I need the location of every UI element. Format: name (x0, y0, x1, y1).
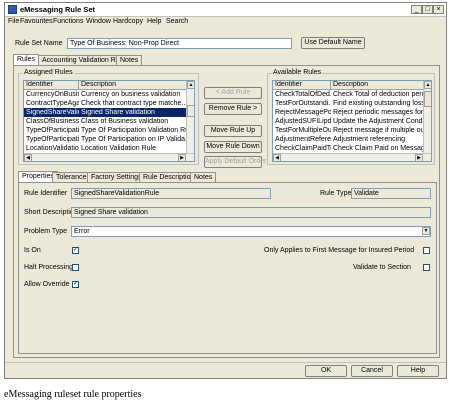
assigned-description-cell: Type Of Participation on IP Valida... (81, 136, 186, 143)
menu-bar: File Favourites Functions Window Hardcop… (5, 17, 446, 28)
available-description-cell: Adjustment referencing (333, 136, 405, 143)
first-message-label: Only Applies to First Message for Insure… (264, 247, 415, 254)
scroll-up-arrow-icon[interactable]: ▲ (187, 81, 194, 89)
available-description-cell: Reject message if multiple outst (333, 127, 423, 134)
available-description-cell: Find existing outstanding losses (333, 100, 423, 107)
available-description-cell: Reject periodic messages for 'hi (333, 109, 423, 116)
rule-set-name-label: Rule Set Name (15, 40, 63, 47)
assigned-identifier-cell: TypeOfParticipati... (26, 136, 79, 143)
rule-set-window: eMessaging Rule Set _ □ × File Favourite… (4, 2, 447, 379)
halt-processing-label: Halt Processing (24, 264, 74, 271)
maximize-button[interactable]: □ (422, 5, 433, 14)
menu-favourites[interactable]: Favourites (20, 18, 53, 25)
window-title: eMessaging Rule Set (20, 5, 96, 14)
allow-override-label: Allow Override (24, 281, 70, 288)
assigned-identifier-cell: CurrencyOnBusin... (26, 91, 79, 98)
rule-type-field: Validate (351, 188, 431, 199)
title-bar: eMessaging Rule Set _ □ × (5, 3, 446, 17)
validate-to-section-label: Validate to Section (353, 264, 411, 271)
rules-panel: Assigned Rules Identifier Description Cu… (13, 65, 440, 358)
move-rule-up-button[interactable]: Move Rule Up (204, 125, 262, 137)
assigned-description-cell: Type Of Participation Validation Rule (81, 127, 186, 134)
available-header-identifier[interactable]: Identifier (273, 81, 331, 90)
remove-rule-button[interactable]: Remove Rule > (204, 103, 262, 115)
chevron-down-icon[interactable]: ▼ (422, 227, 430, 235)
scroll-right-arrow-icon[interactable]: ▶ (178, 154, 186, 161)
scroll-thumb[interactable] (424, 91, 431, 107)
assigned-identifier-cell: LocationValidation (26, 145, 79, 152)
scroll-thumb[interactable] (187, 105, 194, 117)
assigned-rules-group: Assigned Rules Identifier Description Cu… (18, 69, 199, 165)
properties-panel: Rule Identifier SignedShareValidationRul… (18, 182, 437, 354)
menu-functions[interactable]: Functions (53, 18, 83, 25)
menu-help[interactable]: Help (147, 18, 161, 25)
available-rules-list[interactable]: Identifier Description CheckTotalOfDed..… (272, 80, 432, 162)
available-identifier-cell: RejectMessagePo... (275, 109, 331, 116)
menu-file[interactable]: File (8, 18, 19, 25)
assigned-vertical-scrollbar[interactable]: ▲ (186, 81, 194, 153)
cancel-button[interactable]: Cancel (351, 365, 393, 377)
available-rules-group: Available Rules Identifier Description C… (267, 69, 435, 165)
assigned-rules-list[interactable]: Identifier Description CurrencyOnBusin..… (23, 80, 195, 162)
scroll-right-arrow-icon[interactable]: ▶ (415, 154, 423, 161)
rule-type-label: Rule Type (320, 190, 352, 197)
apply-default-order-button[interactable]: Apply Default Order (204, 156, 266, 168)
available-header-description[interactable]: Description (331, 81, 424, 90)
assigned-identifier-cell: ContractTypeAgai... (26, 100, 79, 107)
rule-identifier-field: SignedShareValidationRule (71, 188, 271, 199)
available-horizontal-scrollbar[interactable]: ◀ ▶ (273, 153, 431, 161)
assigned-horizontal-scrollbar[interactable]: ◀ ▶ (24, 153, 194, 161)
assigned-identifier-cell: ClassOfBusinessO... (26, 118, 79, 125)
available-identifier-cell: TestForOutstandi... (275, 100, 331, 107)
available-description-cell: Check Claim Paid on Message (333, 145, 423, 152)
menu-search[interactable]: Search (166, 18, 188, 25)
close-button[interactable]: × (433, 5, 444, 14)
available-description-cell: Check Total of deduction percen (333, 91, 423, 98)
add-rule-button[interactable]: < Add Rule (204, 87, 262, 99)
is-on-checkbox[interactable]: ✓ (72, 247, 79, 254)
ok-button[interactable]: OK (305, 365, 347, 377)
available-identifier-cell: CheckTotalOfDed... (275, 91, 331, 98)
assigned-identifier-cell: TypeOfParticipati... (26, 127, 79, 134)
use-default-name-button[interactable]: Use Default Name (301, 37, 365, 49)
assigned-identifier-cell: SignedShareValida... (24, 108, 79, 117)
menu-window[interactable]: Window (86, 18, 111, 25)
rule-set-name-input[interactable]: Type Of Business: Non-Prop Direct (67, 38, 292, 49)
is-on-label: Is On (24, 247, 41, 254)
assigned-header-description[interactable]: Description (79, 81, 187, 90)
assigned-description-cell: Location Validation Rule (81, 145, 156, 152)
problem-type-label: Problem Type (24, 228, 68, 235)
available-identifier-cell: AdjustmentRefere... (275, 136, 331, 143)
menu-hardcopy[interactable]: Hardcopy (113, 18, 143, 25)
allow-override-checkbox[interactable]: ✓ (72, 281, 79, 288)
scroll-left-arrow-icon[interactable]: ◀ (24, 154, 32, 161)
footer-divider (5, 362, 446, 363)
assigned-header-identifier[interactable]: Identifier (24, 81, 79, 90)
short-description-field: Signed Share validation (71, 207, 431, 218)
rule-identifier-label: Rule Identifier (24, 190, 68, 197)
help-button[interactable]: Help (397, 365, 439, 377)
available-description-cell: Update the Adjustment Condition (333, 118, 423, 125)
app-icon (8, 5, 17, 14)
available-identifier-cell: TestForMultipleOu... (275, 127, 331, 134)
available-vertical-scrollbar[interactable]: ▲ (423, 81, 431, 153)
move-rule-down-button[interactable]: Move Rule Down (204, 141, 262, 153)
available-identifier-cell: AdjustedSUFILipd... (275, 118, 331, 125)
assigned-description-cell: Signed Share validation (79, 108, 186, 117)
figure-caption: eMessaging ruleset rule properties (4, 389, 142, 400)
assigned-description-cell: Check that contract type matche... (81, 100, 186, 107)
assigned-description-cell: Currency on business validation (81, 91, 181, 98)
minimize-button[interactable]: _ (411, 5, 422, 14)
short-description-label: Short Description (24, 209, 78, 216)
scroll-up-arrow-icon[interactable]: ▲ (424, 81, 431, 89)
assigned-description-cell: Class of Business validation (81, 118, 169, 125)
available-identifier-cell: CheckClaimPaidTo... (275, 145, 331, 152)
first-message-checkbox[interactable] (423, 247, 430, 254)
validate-to-section-checkbox[interactable] (423, 264, 430, 271)
halt-processing-checkbox[interactable] (72, 264, 79, 271)
scroll-left-arrow-icon[interactable]: ◀ (273, 154, 281, 161)
available-rules-title: Available Rules (272, 69, 323, 76)
problem-type-select[interactable]: Error (71, 226, 431, 237)
assigned-rules-title: Assigned Rules (23, 69, 74, 76)
